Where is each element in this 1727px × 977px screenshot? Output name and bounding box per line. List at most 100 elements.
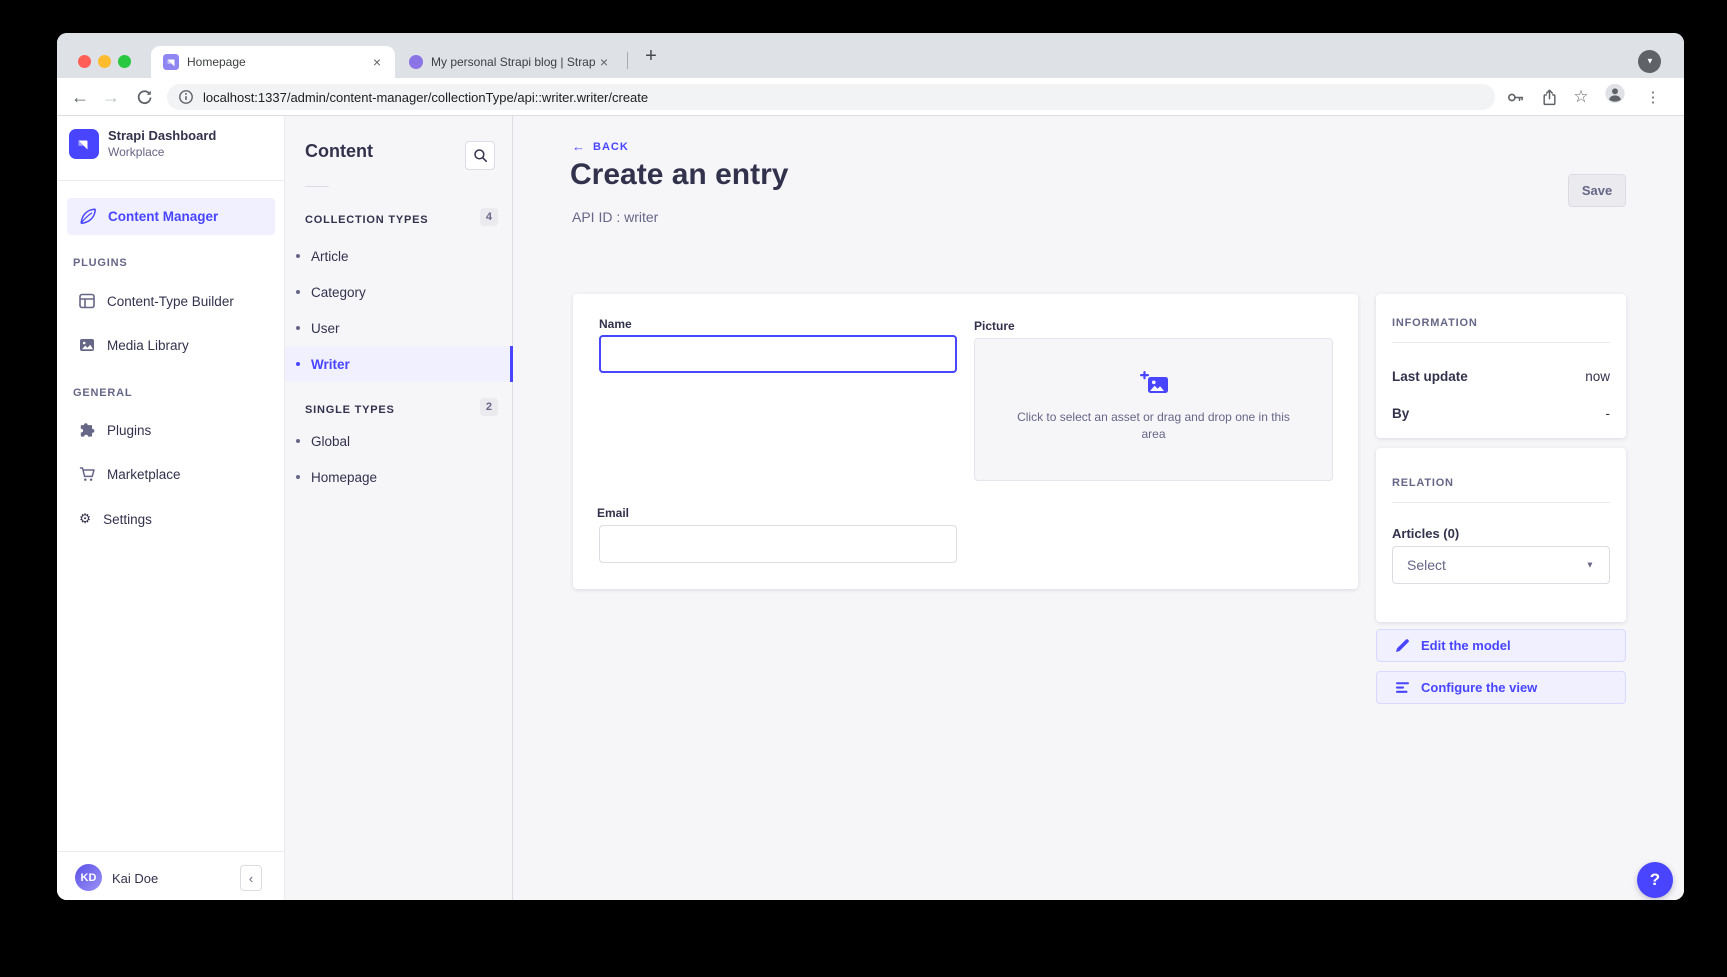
single-types-header: SINGLE TYPES — [305, 404, 395, 416]
by-value: - — [1606, 406, 1611, 421]
add-image-icon — [1140, 371, 1168, 395]
configure-view-button[interactable]: Configure the view — [1376, 671, 1626, 704]
help-button[interactable]: ? — [1637, 862, 1673, 898]
picture-upload-dropzone[interactable]: Click to select an asset or drag and dro… — [974, 338, 1333, 481]
collection-types-header: COLLECTION TYPES — [305, 214, 428, 226]
browser-back-button[interactable] — [69, 86, 91, 108]
tab-homepage[interactable]: Homepage — [151, 46, 395, 78]
sidebar-section-general: GENERAL — [73, 387, 132, 399]
pencil-icon — [1395, 638, 1410, 653]
tab-strip: Homepage My personal Strapi blog | Strap — [57, 33, 1684, 78]
url-text: localhost:1337/admin/content-manager/col… — [203, 90, 648, 105]
close-tab-icon[interactable] — [595, 53, 613, 71]
relation-header: RELATION — [1392, 477, 1454, 489]
blog-favicon-icon — [409, 55, 423, 69]
by-label: By — [1392, 406, 1409, 421]
browser-forward-button[interactable] — [100, 86, 122, 108]
divider — [57, 851, 284, 852]
subnav-item-article[interactable]: Article — [285, 238, 513, 274]
save-button[interactable]: Save — [1568, 174, 1626, 207]
subnav-item-user[interactable]: User — [285, 310, 513, 346]
articles-select[interactable]: Select — [1392, 546, 1610, 584]
subnav-item-label: Category — [311, 285, 366, 300]
strapi-logo-icon — [69, 129, 99, 159]
by-row: By - — [1392, 406, 1610, 421]
workspace-title: Strapi Dashboard — [108, 128, 216, 143]
edit-model-label: Edit the model — [1421, 638, 1511, 653]
browser-menu-icon[interactable] — [1643, 87, 1663, 107]
select-placeholder: Select — [1407, 557, 1585, 573]
main-sidebar: Strapi Dashboard Workplace Content Manag… — [57, 116, 285, 900]
name-input[interactable] — [599, 335, 957, 373]
maximize-window-button[interactable] — [118, 55, 131, 68]
email-label: Email — [597, 506, 629, 520]
name-label: Name — [599, 317, 632, 331]
image-icon — [79, 337, 95, 353]
reload-button[interactable] — [133, 86, 155, 108]
subnav-title: Content — [305, 141, 373, 162]
last-update-label: Last update — [1392, 369, 1468, 384]
content-subnav: Content COLLECTION TYPES 4 Article Categ… — [285, 116, 513, 900]
user-name: Kai Doe — [112, 871, 158, 886]
address-bar[interactable]: localhost:1337/admin/content-manager/col… — [167, 84, 1495, 110]
back-arrow-icon — [572, 139, 585, 154]
subnav-item-global[interactable]: Global — [285, 423, 513, 459]
configure-view-label: Configure the view — [1421, 680, 1537, 695]
sidebar-item-label: Plugins — [107, 423, 151, 438]
bullet-icon — [296, 475, 300, 479]
downloads-chevron-button[interactable] — [1638, 50, 1661, 73]
subnav-item-homepage[interactable]: Homepage — [285, 459, 513, 495]
tab-title: Homepage — [187, 55, 368, 69]
browser-window: Homepage My personal Strapi blog | Strap… — [57, 33, 1684, 900]
sidebar-item-label: Media Library — [107, 338, 189, 353]
password-key-icon[interactable] — [1505, 87, 1525, 107]
information-header: INFORMATION — [1392, 317, 1478, 329]
subnav-item-label: Global — [311, 434, 350, 449]
main-content: BACK Create an entry API ID : writer Sav… — [513, 116, 1684, 900]
strapi-app: Strapi Dashboard Workplace Content Manag… — [57, 116, 1684, 900]
back-link[interactable]: BACK — [572, 139, 629, 154]
user-avatar[interactable]: KD — [75, 864, 102, 891]
gear-icon: ⚙ — [79, 512, 91, 526]
sidebar-item-content-manager[interactable]: Content Manager — [67, 198, 275, 235]
bullet-icon — [296, 290, 300, 294]
new-tab-button[interactable] — [638, 43, 664, 69]
sidebar-item-plugins[interactable]: Plugins — [69, 418, 273, 442]
sidebar-item-marketplace[interactable]: Marketplace — [69, 462, 273, 486]
chevron-down-icon — [1585, 560, 1595, 571]
sidebar-item-label: Marketplace — [107, 467, 181, 482]
tab-strapi-blog[interactable]: My personal Strapi blog | Strap — [397, 46, 622, 78]
bullet-icon — [296, 439, 300, 443]
bullet-icon — [296, 254, 300, 258]
page-title: Create an entry — [570, 158, 788, 192]
share-icon[interactable] — [1539, 87, 1559, 107]
sidebar-item-settings[interactable]: ⚙ Settings — [69, 507, 273, 531]
search-button[interactable] — [465, 141, 495, 170]
profile-avatar-icon[interactable] — [1605, 83, 1625, 103]
single-types-count-badge: 2 — [480, 398, 498, 416]
layout-grid-icon — [79, 293, 95, 309]
subnav-item-label: Writer — [311, 357, 350, 372]
bookmark-star-icon[interactable] — [1571, 87, 1591, 107]
sidebar-item-media-library[interactable]: Media Library — [69, 333, 273, 357]
email-input[interactable] — [599, 525, 957, 563]
workspace-brand: Strapi Dashboard Workplace — [69, 128, 216, 159]
workspace-subtitle: Workplace — [108, 145, 216, 159]
sidebar-item-label: Settings — [103, 512, 152, 527]
subnav-item-category[interactable]: Category — [285, 274, 513, 310]
subnav-item-label: User — [311, 321, 340, 336]
close-tab-icon[interactable] — [368, 53, 386, 71]
minimize-window-button[interactable] — [98, 55, 111, 68]
last-update-row: Last update now — [1392, 369, 1610, 384]
sidebar-item-content-type-builder[interactable]: Content-Type Builder — [69, 289, 273, 313]
subnav-item-writer[interactable]: Writer — [285, 346, 513, 382]
site-info-icon[interactable] — [178, 89, 194, 105]
bullet-icon — [296, 362, 300, 366]
collapse-sidebar-button[interactable] — [240, 865, 262, 891]
tab-title: My personal Strapi blog | Strap — [431, 55, 595, 69]
close-window-button[interactable] — [78, 55, 91, 68]
puzzle-icon — [79, 422, 95, 438]
relation-card: RELATION Articles (0) Select — [1376, 448, 1626, 622]
edit-model-button[interactable]: Edit the model — [1376, 629, 1626, 662]
sidebar-item-label: Content-Type Builder — [107, 294, 234, 309]
